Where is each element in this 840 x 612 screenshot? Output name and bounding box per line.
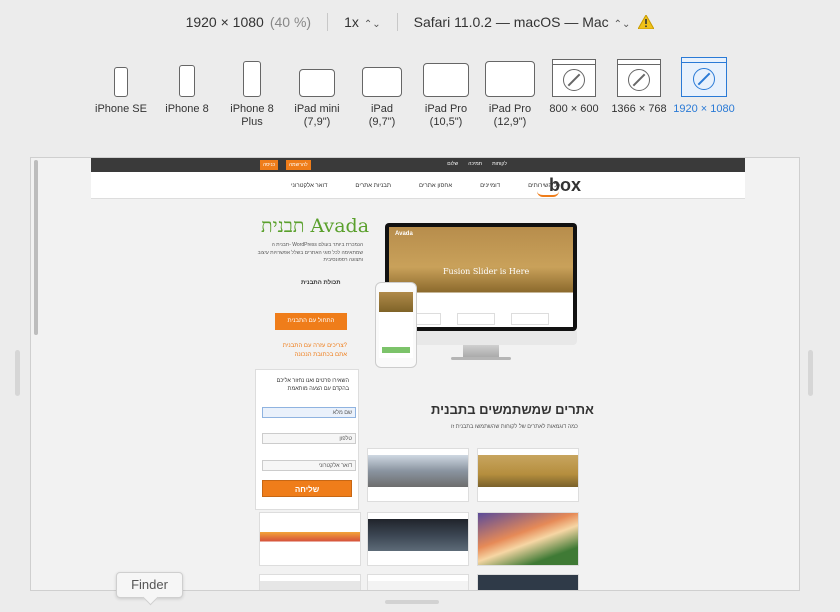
nav-item-hosting[interactable]: אחסון אתרים — [419, 183, 452, 189]
iphone-screen — [379, 292, 413, 358]
preview-viewport[interactable]: כניסה להרשמה שלום תמיכה לקוחות box דואר … — [30, 157, 800, 591]
iphone-icon — [179, 55, 195, 97]
topbar-button-login[interactable]: כניסה — [260, 160, 279, 170]
name-field[interactable]: שם מלא — [262, 407, 356, 418]
ipad-icon — [362, 55, 402, 97]
lead-form: השאירו פרטים ואנו נחזור אליכם בהקדם עם ה… — [255, 369, 359, 510]
device-1366x768[interactable]: 1366 × 768 — [606, 55, 672, 116]
warning-icon[interactable] — [638, 15, 655, 29]
help-line-1: צריכים עזרה עם התבנית? — [282, 343, 347, 349]
help-link[interactable]: צריכים עזרה עם התבנית? אתם בכתובת הנכונה — [281, 342, 347, 360]
send-button[interactable]: שליחה — [262, 480, 352, 497]
imac-site-logo: Avada — [395, 231, 413, 237]
form-title: השאירו פרטים ואנו נחזור אליכם בהקדם עם ה… — [276, 378, 349, 392]
page-title: תבנית Avada — [261, 215, 370, 237]
vertical-scrollbar[interactable] — [34, 160, 38, 335]
resolution-display: 1920 × 1080 (40 %) — [186, 14, 311, 30]
template-description: תבנית ה- WordPress הנמכרת ביותר בעולם שמ… — [257, 242, 363, 263]
help-line-2: אתם בכתובת הנכונה — [294, 352, 347, 358]
device-iphone-8-plus[interactable]: iPhone 8 Plus — [220, 55, 284, 129]
separator — [327, 13, 329, 31]
start-template-button[interactable]: התחול עם התבנית — [275, 313, 347, 330]
hero-text: Fusion Slider is Here — [443, 267, 530, 276]
topbar-button-register[interactable]: להרשמה — [286, 160, 311, 170]
chevron-updown-icon: ⌃⌄ — [613, 19, 631, 30]
device-label: iPad Pro (12,9") — [488, 103, 532, 128]
safari-compass-icon — [628, 68, 650, 91]
ipad-icon — [485, 55, 535, 97]
safari-window-icon — [552, 55, 596, 97]
iphone-icon — [114, 55, 128, 97]
device-ipad-pro-10-5[interactable]: iPad Pro (10,5") — [414, 55, 478, 129]
topbar-links: שלום תמיכה לקוחות — [447, 161, 507, 167]
nav-item-domains[interactable]: דומיינים — [480, 183, 500, 189]
site-topbar: כניסה להרשמה שלום תמיכה לקוחות — [91, 158, 745, 172]
horizontal-scrollbar[interactable] — [385, 600, 439, 604]
device-label: iPad (9,7") — [368, 103, 396, 128]
example-site-thumbnail[interactable] — [367, 512, 469, 566]
example-site-thumbnail[interactable] — [367, 574, 469, 590]
device-ipad-mini[interactable]: iPad mini (7,9") — [284, 55, 350, 129]
imac-stand — [463, 345, 499, 357]
device-ipad[interactable]: iPad (9,7") — [350, 55, 414, 129]
topbar-link[interactable]: תמיכה — [468, 161, 482, 167]
ipad-icon — [423, 55, 469, 97]
separator — [396, 13, 398, 31]
site-navbar: box דואר אלקטרוני תבניות אתרים אחסון אתר… — [91, 172, 745, 199]
nav-item-templates[interactable]: תבניות אתרים — [355, 183, 391, 189]
browser-select[interactable]: Safari 11.0.2 — macOS — Mac ⌃⌄ — [414, 14, 631, 30]
scale-select[interactable]: 1x ⌃⌄ — [344, 14, 381, 30]
zoom-percent: (40 %) — [269, 14, 312, 30]
email-field[interactable]: דואר אלקטרוני — [262, 460, 356, 471]
device-ipad-pro-12-9[interactable]: iPad Pro (12,9") — [478, 55, 542, 129]
section-subtitle: כמה דוגמאות לאתרים של לקוחות שהשתמשו בתב… — [451, 424, 578, 430]
device-label: 1366 × 768 — [611, 103, 667, 115]
resolution-value: 1920 × 1080 — [185, 14, 264, 30]
right-resize-handle[interactable] — [808, 350, 813, 396]
feature-box — [457, 313, 495, 325]
example-site-thumbnail[interactable] — [477, 448, 579, 502]
imac-base — [451, 357, 511, 360]
device-1920x1080[interactable]: 1920 × 1080 — [672, 55, 736, 116]
device-iphone-se[interactable]: iPhone SE — [88, 55, 154, 116]
logo-swoosh — [537, 191, 559, 197]
topbar-link[interactable]: שלום — [447, 161, 458, 167]
device-label: iPhone 8 — [165, 103, 209, 115]
safari-compass-icon — [693, 67, 715, 90]
nav-item-email[interactable]: דואר אלקטרוני — [291, 183, 327, 189]
device-label: iPad mini (7,9") — [294, 103, 340, 128]
device-label: 1920 × 1080 — [673, 103, 735, 115]
device-800x600[interactable]: 800 × 600 — [542, 55, 606, 116]
responsive-toolbar: 1920 × 1080 (40 %) 1x ⌃⌄ Safari 11.0.2 — … — [0, 10, 840, 34]
ipad-icon — [299, 55, 335, 97]
example-site-thumbnail[interactable] — [367, 448, 469, 502]
site-nav-items: דואר אלקטרוני תבניות אתרים אחסון אתרים ד… — [291, 183, 560, 189]
phone-field[interactable]: טלפון — [262, 433, 356, 444]
iphone-mockup — [375, 282, 417, 368]
scale-value: 1x — [344, 14, 359, 30]
topbar-link[interactable]: לקוחות — [492, 161, 507, 167]
nav-item-all-services[interactable]: כל השירותים — [528, 183, 560, 189]
device-presets: iPhone SE iPhone 8 iPhone 8 Plus iPad mi… — [88, 55, 736, 129]
device-label: 800 × 600 — [549, 103, 599, 115]
safari-window-icon — [617, 55, 661, 97]
template-features-link[interactable]: תכולת התבנית — [301, 280, 341, 286]
section-title: אתרים שמשתמשים בתבנית — [431, 402, 594, 417]
left-resize-handle[interactable] — [15, 350, 20, 396]
example-site-thumbnail[interactable] — [477, 512, 579, 566]
device-label: iPhone 8 Plus — [230, 103, 274, 128]
device-iphone-8[interactable]: iPhone 8 — [154, 55, 220, 116]
iphone-icon — [243, 55, 261, 97]
example-site-thumbnail[interactable] — [259, 512, 361, 566]
device-label: iPad Pro (10,5") — [424, 103, 468, 128]
browser-value: Safari 11.0.2 — macOS — Mac — [413, 14, 609, 30]
safari-compass-icon — [563, 68, 585, 91]
example-site-thumbnail[interactable] — [477, 574, 579, 590]
dock-tooltip: Finder — [116, 572, 183, 598]
chevron-updown-icon: ⌃⌄ — [363, 19, 381, 30]
safari-window-icon — [681, 55, 727, 97]
device-label: iPhone SE — [95, 103, 147, 115]
example-site-thumbnail[interactable] — [259, 574, 361, 590]
feature-box — [511, 313, 549, 325]
